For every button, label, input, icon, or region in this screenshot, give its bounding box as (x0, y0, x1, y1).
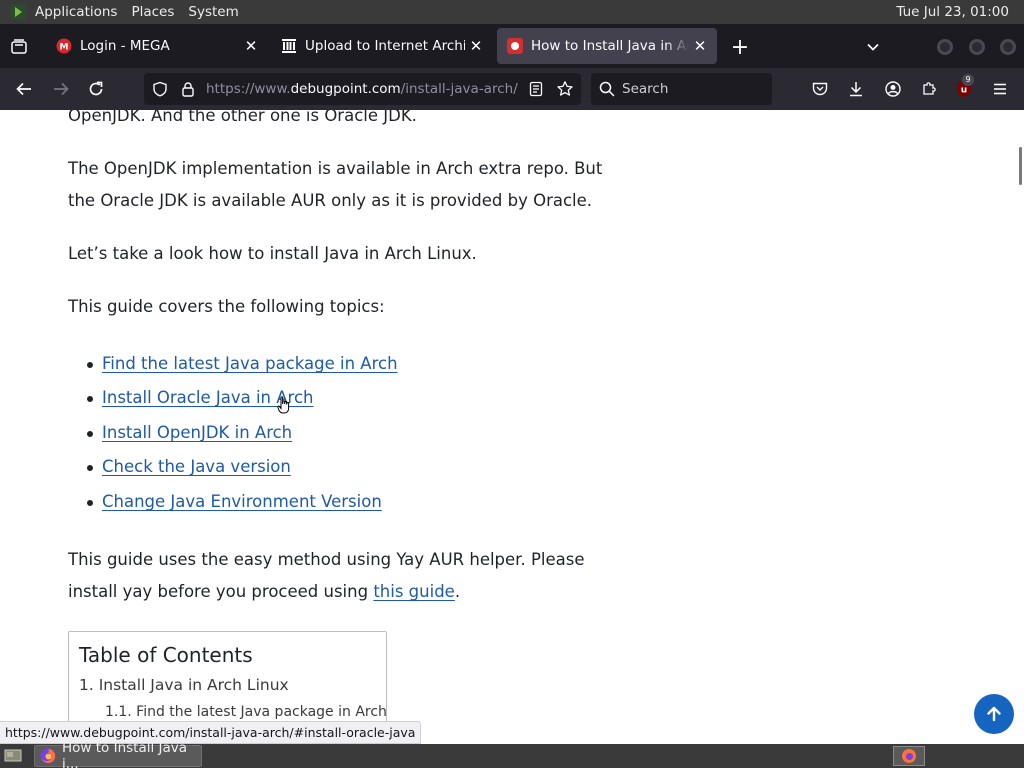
taskbar-window-firefox[interactable]: How to Install Java i... (34, 740, 202, 772)
firefox-view-icon[interactable] (8, 36, 30, 58)
paragraph-end: . (454, 582, 461, 601)
reload-icon[interactable] (84, 77, 108, 101)
bullet (87, 431, 93, 437)
minimize-window-icon[interactable] (937, 39, 953, 55)
shield-icon[interactable] (152, 81, 168, 101)
paragraph-yay-helper: This guide uses the easy method using Ya… (68, 544, 628, 608)
paragraph-lets-look: Let’s take a look how to install Java in… (68, 244, 477, 263)
arrow-up-icon (987, 706, 1001, 722)
close-tab-icon[interactable]: ✕ (465, 35, 487, 57)
bullet (87, 465, 93, 471)
search-input[interactable]: Search (591, 73, 772, 105)
svg-text:u: u (961, 86, 967, 96)
back-arrow-icon[interactable] (12, 77, 36, 101)
tab-title: Login - MEGA (80, 38, 170, 54)
mega-icon: M (56, 38, 72, 54)
close-tab-icon[interactable]: ✕ (240, 35, 262, 57)
firefox-icon (40, 748, 56, 764)
pocket-icon[interactable] (808, 77, 832, 101)
toc-title: Table of Contents (79, 643, 253, 667)
panel-menus: Applications Places System (28, 0, 246, 24)
bullet (87, 500, 93, 506)
this-guide-link[interactable]: this guide (373, 582, 455, 601)
url-path: /install-java-arch/ (400, 81, 518, 97)
places-menu[interactable]: Places (124, 0, 181, 24)
bottom-panel: How to Install Java i... (0, 740, 1024, 772)
tab-internet-archive[interactable]: Upload to Internet Archive ✕ (271, 28, 493, 64)
taskbar-window-title: How to Install Java i... (62, 740, 188, 772)
topic-link-find-package[interactable]: Find the latest Java package in Arch (102, 352, 398, 376)
bookmark-star-icon[interactable] (556, 80, 574, 102)
page-content: OpenJDK. And the other one is Oracle JDK… (0, 110, 1024, 744)
search-icon (599, 81, 615, 101)
gnome-menu-icon[interactable] (9, 3, 27, 21)
clock[interactable]: Tue Jul 23, 01:00 (896, 0, 1009, 24)
bullet (87, 396, 93, 402)
topic-link-check-version[interactable]: Check the Java version (102, 455, 291, 479)
bullet (87, 362, 93, 368)
paragraph-jdk-intro: OpenJDK. And the other one is Oracle JDK… (68, 110, 417, 125)
url-text[interactable]: https://www.debugpoint.com/install-java-… (206, 73, 518, 105)
applications-menu[interactable]: Applications (28, 0, 124, 24)
paragraph-text: This guide uses the easy method using Ya… (68, 550, 585, 601)
url-prefix: https://www. (206, 81, 291, 97)
new-tab-icon[interactable]: + (729, 35, 751, 60)
url-host: debugpoint.com (290, 81, 401, 97)
tab-debugpoint[interactable]: How to Install Java in Arch Linux ✕ (497, 28, 717, 64)
close-tab-icon[interactable]: ✕ (689, 35, 711, 57)
paragraph-openjdk: The OpenJDK implementation is available … (68, 159, 603, 210)
nav-bar: https://www.debugpoint.com/install-java-… (0, 68, 1024, 110)
topic-link-install-openjdk[interactable]: Install OpenJDK in Arch (102, 421, 292, 445)
url-bar[interactable]: https://www.debugpoint.com/install-java-… (144, 73, 581, 105)
tab-title: How to Install Java in Arch Linux (531, 38, 689, 54)
maximize-window-icon[interactable] (969, 39, 985, 55)
paragraph-guide-covers: This guide covers the following topics: (68, 297, 385, 316)
account-icon[interactable] (881, 77, 905, 101)
workspace-switcher[interactable] (893, 746, 925, 766)
chevron-down-icon[interactable] (862, 36, 884, 58)
top-panel: Applications Places System Tue Jul 23, 0… (0, 0, 1024, 24)
extensions-icon[interactable] (917, 77, 941, 101)
hand-cursor-icon (277, 396, 291, 414)
show-desktop-icon[interactable] (3, 747, 23, 765)
forward-arrow-icon[interactable] (49, 77, 73, 101)
reader-view-icon[interactable] (528, 81, 544, 101)
tab-title: Upload to Internet Archive (305, 38, 465, 54)
tab-mega[interactable]: M Login - MEGA ✕ (46, 28, 268, 64)
page-scrollbar[interactable] (1019, 147, 1022, 185)
lock-icon[interactable] (180, 81, 196, 101)
toc-link-install-java[interactable]: 1. Install Java in Arch Linux (79, 676, 289, 694)
system-menu[interactable]: System (181, 0, 245, 24)
debugpoint-icon (507, 38, 523, 54)
toc-link-find-package[interactable]: 1.1. Find the latest Java package in Arc… (105, 704, 387, 720)
search-placeholder: Search (622, 81, 669, 97)
back-to-top-button[interactable] (974, 694, 1014, 734)
hamburger-menu-icon[interactable] (988, 77, 1012, 101)
firefox-icon (902, 749, 916, 763)
downloads-icon[interactable] (844, 77, 868, 101)
internet-archive-icon (281, 38, 297, 54)
close-window-icon[interactable] (1000, 39, 1016, 55)
extension-badge: 9 (962, 74, 974, 86)
svg-text:M: M (60, 43, 69, 53)
tab-strip: M Login - MEGA ✕ Upload to Internet Arch… (0, 24, 1024, 68)
topic-link-change-environment[interactable]: Change Java Environment Version (102, 490, 382, 514)
